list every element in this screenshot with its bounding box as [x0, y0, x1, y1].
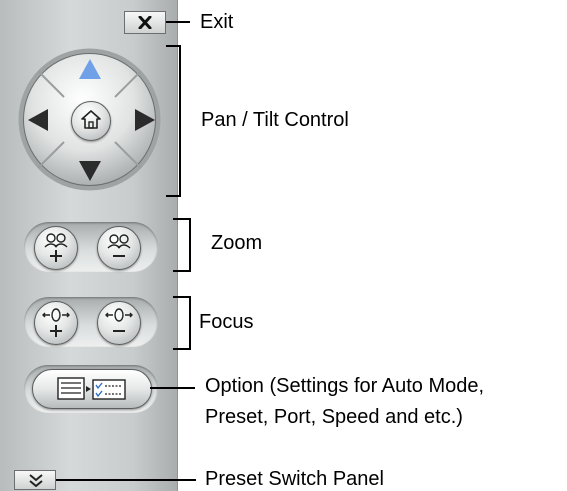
exit-leader-line [166, 21, 190, 23]
pan-tilt-bracket-bottom [166, 195, 180, 197]
camera-control-panel [0, 0, 178, 491]
chevron-double-down-icon [29, 474, 43, 487]
focus-bracket-top [173, 296, 190, 298]
focus-plus-icon [42, 308, 70, 337]
zoom-out-button[interactable] [97, 226, 141, 270]
settings-icon [57, 377, 126, 400]
focus-bracket-bottom [173, 348, 190, 350]
preset-switch-leader-line [56, 479, 196, 481]
arrow-left-icon[interactable] [27, 108, 49, 132]
focus-minus-icon [105, 308, 133, 332]
home-icon [81, 110, 101, 129]
zoom-in-icon [44, 233, 68, 262]
arrow-right-icon[interactable] [134, 108, 156, 132]
zoom-in-button[interactable] [34, 226, 78, 270]
focus-near-button[interactable] [34, 301, 78, 345]
pan-tilt-bracket-top [166, 45, 180, 47]
zoom-bracket-vertical [189, 218, 191, 272]
pan-tilt-bracket-vertical [179, 45, 181, 197]
preset-switch-button[interactable] [14, 470, 56, 490]
zoom-out-icon [107, 234, 131, 257]
zoom-bracket-top [173, 218, 190, 220]
option-label-line1: Option (Settings for Auto Mode, [205, 375, 485, 397]
zoom-bracket-bottom [173, 270, 190, 272]
option-leader-line [150, 387, 195, 389]
home-button[interactable] [71, 101, 111, 141]
focus-label: Focus [199, 311, 254, 333]
arrow-down-icon[interactable] [78, 160, 102, 182]
exit-button[interactable] [124, 11, 166, 34]
focus-far-button[interactable] [97, 301, 141, 345]
pan-tilt-label: Pan / Tilt Control [201, 109, 349, 131]
close-icon [138, 16, 152, 29]
preset-switch-label: Preset Switch Panel [205, 468, 384, 490]
option-label-line2: Preset, Port, Speed and etc.) [205, 406, 463, 428]
exit-label: Exit [200, 11, 234, 33]
zoom-label: Zoom [211, 232, 263, 254]
focus-bracket-vertical [189, 296, 191, 350]
option-button[interactable] [32, 369, 152, 409]
arrow-up-icon[interactable] [78, 58, 102, 80]
